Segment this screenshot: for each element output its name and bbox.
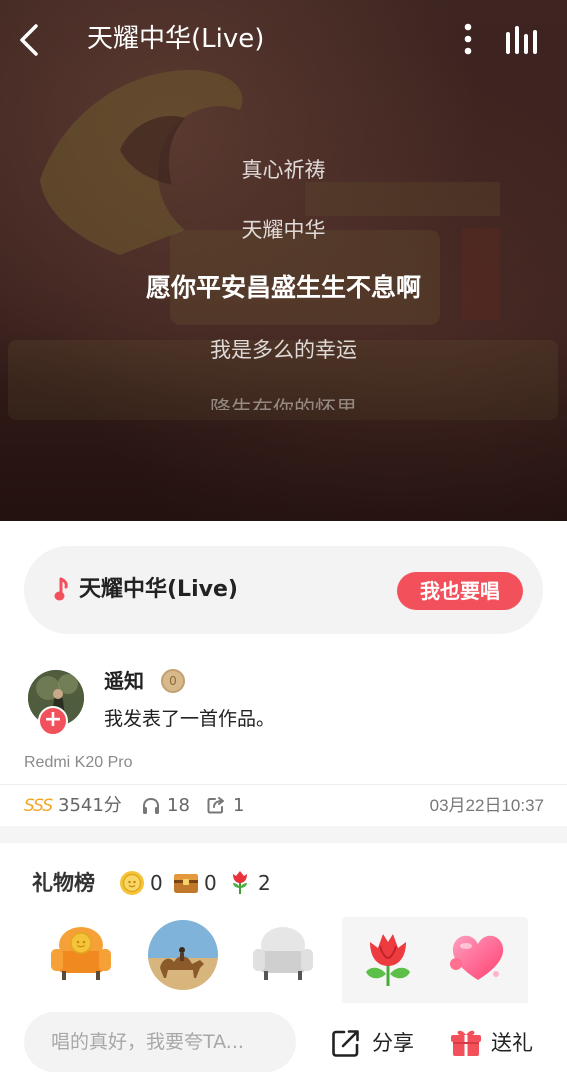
score: 3541分: [58, 795, 122, 816]
lyric-line: 我是多么的幸运: [210, 338, 357, 362]
bottom-action-bar: 分享 送礼: [0, 1003, 567, 1078]
share-icon: [207, 797, 224, 814]
grade-badge: SSS: [24, 796, 53, 816]
music-note-icon: [54, 577, 68, 601]
lyrics-panel[interactable]: 真心祈祷 天耀中华 愿你平安昌盛生生不息啊 我是多么的幸运 降生在你的怀里: [0, 140, 567, 410]
back-arrow-icon: [20, 24, 38, 56]
share-icon: [332, 1030, 359, 1057]
level-badge: 0: [161, 669, 185, 693]
video-player[interactable]: 天耀中华(Live) 真心祈祷 天耀中华 愿你平安昌盛生生不息啊 我是多么的幸运…: [0, 0, 567, 521]
follow-button[interactable]: +: [38, 706, 68, 736]
sing-too-button[interactable]: 我也要唱: [397, 572, 523, 610]
back-button[interactable]: [12, 20, 48, 60]
share-count: 1: [233, 795, 245, 816]
comment-input[interactable]: [24, 1012, 296, 1072]
lyric-line: 天耀中华: [241, 218, 326, 242]
rose-gift-icon[interactable]: [360, 928, 416, 988]
username[interactable]: 遥知: [104, 667, 144, 695]
listen-count: 18: [167, 795, 190, 816]
song-card[interactable]: 天耀中华(Live) 我也要唱: [24, 546, 543, 634]
top-gifter-avatar[interactable]: [148, 920, 218, 990]
song-card-title: 天耀中华(Live): [79, 577, 238, 602]
headphones-icon: [143, 797, 159, 814]
section-gap: [0, 826, 567, 843]
lyric-line-current: 愿你平安昌盛生生不息啊: [145, 273, 421, 302]
share-button[interactable]: 分享: [330, 1025, 430, 1061]
chest-count: 0: [204, 871, 217, 895]
gift-box-icon: [451, 1030, 481, 1056]
lyric-line: 真心祈祷: [241, 158, 326, 182]
camel-desert-photo: [148, 920, 218, 990]
divider: [0, 784, 567, 785]
post-content: 我发表了一首作品。: [104, 708, 276, 730]
equalizer-icon: [506, 26, 537, 54]
gift-label: 送礼: [491, 1031, 533, 1055]
flower-count: 2: [258, 871, 271, 895]
share-label: 分享: [372, 1031, 414, 1055]
more-options-button[interactable]: [455, 20, 481, 60]
top-bar: 天耀中华(Live): [0, 0, 567, 80]
gift-board-title[interactable]: 礼物榜: [32, 868, 95, 898]
post-time: 03月22日10:37: [429, 796, 544, 815]
page-title: 天耀中华(Live): [87, 24, 265, 54]
silver-sofa-icon[interactable]: [250, 921, 316, 987]
equalizer-button[interactable]: [503, 22, 543, 58]
rose-icon: [233, 871, 247, 894]
post-stats: SSS 3541分 18 1 03月22日10:37: [24, 793, 544, 819]
send-gift-button[interactable]: 送礼: [450, 1025, 550, 1061]
lyric-line: 降生在你的怀里: [210, 397, 357, 410]
heart-gift-icon[interactable]: [448, 930, 508, 984]
more-vertical-icon: [464, 23, 472, 55]
gold-sofa-icon[interactable]: [48, 921, 114, 987]
coin-icon: [120, 871, 144, 895]
treasure-chest-icon: [174, 874, 198, 893]
device-name: Redmi K20 Pro: [24, 754, 133, 771]
coin-count: 0: [150, 871, 163, 895]
